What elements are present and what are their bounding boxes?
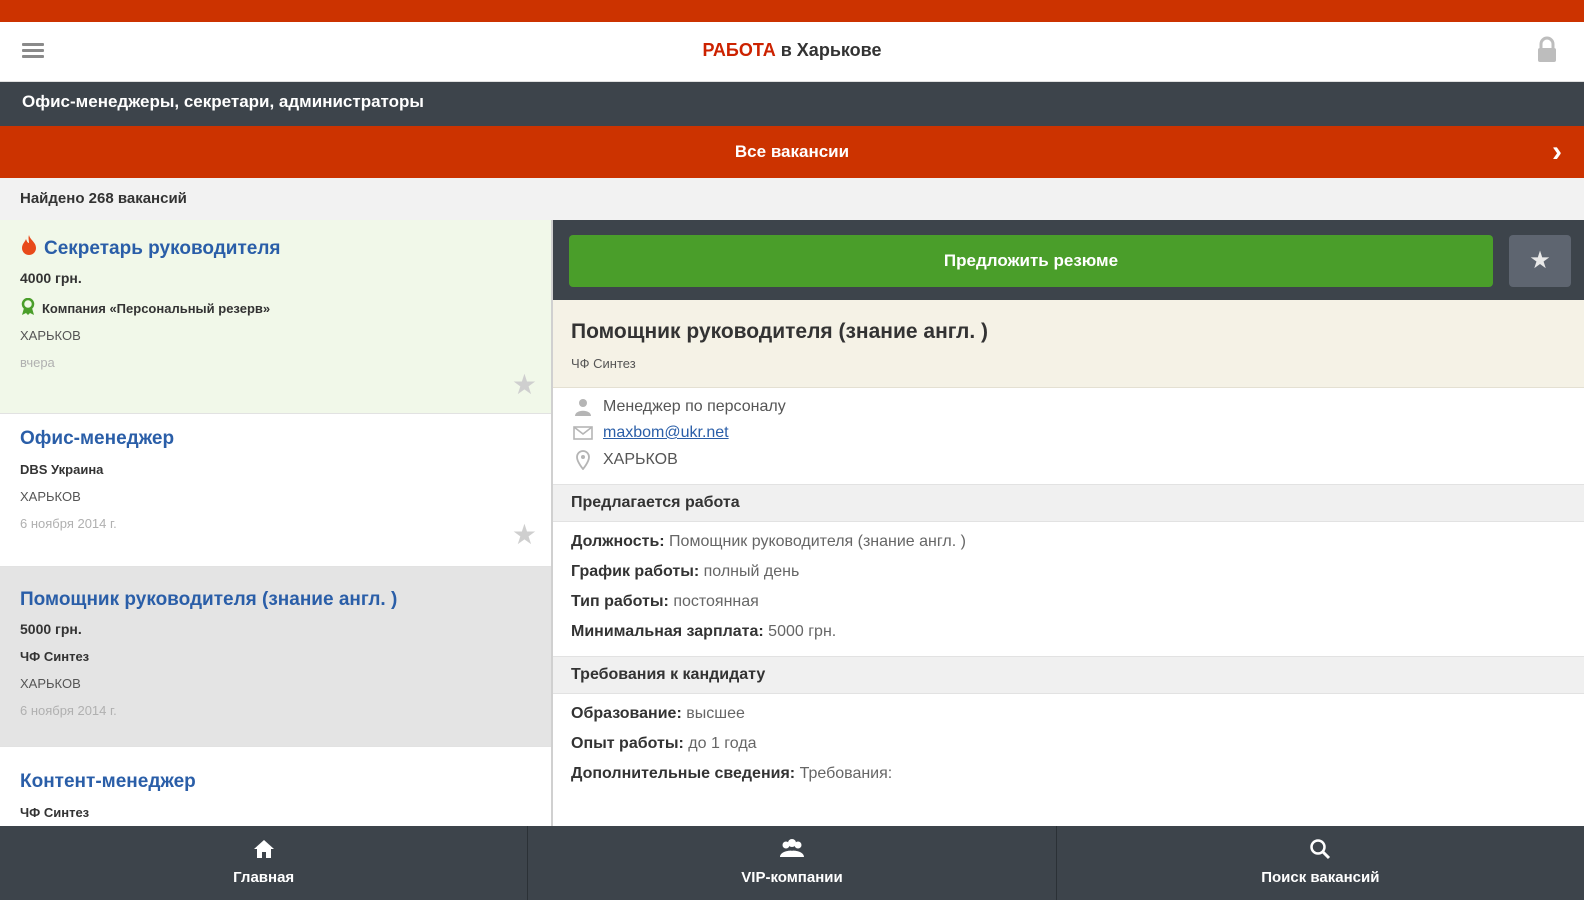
job-company: ЧФ Синтез: [20, 805, 90, 820]
nav-vip-companies[interactable]: VIP-компании: [528, 826, 1057, 900]
nav-vip-label: VIP-компании: [741, 869, 843, 886]
list-item[interactable]: Контент-менеджер ЧФ Синтез: [0, 747, 551, 826]
job-title[interactable]: Офис-менеджер: [20, 428, 174, 450]
contacts: Менеджер по персоналу maxbom@ukr.net ХАР…: [553, 388, 1584, 484]
app-title-rest: в Харькове: [775, 40, 882, 60]
favorite-star-icon[interactable]: ★: [1509, 235, 1571, 287]
offer-fields: Должность: Помощник руководителя (знание…: [553, 522, 1584, 656]
field-work-type: Тип работы: постоянная: [571, 593, 759, 610]
field-min-salary: Минимальная зарплата: 5000 грн.: [571, 623, 837, 640]
job-company: Компания «Персональный резерв»: [42, 301, 271, 316]
nav-search-label: Поиск вакансий: [1261, 869, 1380, 886]
field-position: Должность: Помощник руководителя (знание…: [571, 533, 966, 550]
category-header: Офис-менеджеры, секретари, администратор…: [0, 82, 1584, 126]
job-city: ХАРЬКОВ: [20, 676, 81, 691]
job-title[interactable]: Секретарь руководителя: [44, 238, 281, 260]
nav-home-label: Главная: [233, 869, 295, 886]
group-icon: [779, 839, 804, 857]
status-bar: [0, 0, 1584, 22]
award-icon: [21, 298, 35, 315]
job-salary: 4000 грн.: [20, 270, 82, 286]
field-schedule: График работы: полный день: [571, 563, 800, 580]
job-date: 6 ноября 2014 г.: [20, 703, 117, 718]
detail-company: ЧФ Синтез: [571, 356, 636, 371]
home-icon: [253, 840, 274, 858]
job-company: DBS Украина: [20, 462, 104, 477]
detail-header: Помощник руководителя (знание англ. ) ЧФ…: [553, 300, 1584, 388]
bottom-navigation: Главная VIP-компании Поиск вакансий: [0, 826, 1584, 900]
results-count: Найдено 268 вакансий: [0, 178, 1584, 220]
field-education: Образование: высшее: [571, 705, 745, 722]
job-city: ХАРЬКОВ: [20, 489, 81, 504]
apply-resume-button[interactable]: Предложить резюме: [569, 235, 1493, 287]
field-experience: Опыт работы: до 1 года: [571, 735, 757, 752]
section-offer-header: Предлагается работа: [553, 484, 1584, 522]
person-icon: [575, 399, 591, 416]
location-pin-icon: [576, 450, 590, 470]
app-title: РАБОТА в Харькове: [0, 40, 1584, 61]
all-vacancies-label: Все вакансии: [734, 142, 850, 161]
nav-home[interactable]: Главная: [0, 826, 529, 900]
list-item[interactable]: Секретарь руководителя 4000 грн. Компани…: [0, 220, 551, 414]
job-date: 6 ноября 2014 г.: [20, 516, 117, 531]
chevron-right-icon: ›: [1552, 135, 1562, 168]
job-title[interactable]: Помощник руководителя (знание англ. ): [20, 589, 397, 611]
job-salary: 5000 грн.: [20, 621, 82, 637]
job-company: ЧФ Синтез: [20, 649, 90, 664]
job-date: вчера: [20, 355, 55, 370]
detail-title: Помощник руководителя (знание англ. ): [571, 320, 988, 343]
email-link[interactable]: maxbom@ukr.net: [603, 424, 729, 442]
contact-person: Менеджер по персоналу: [603, 398, 786, 415]
list-item[interactable]: Офис-менеджер DBS Украина ХАРЬКОВ 6 нояб…: [0, 414, 551, 567]
field-additional: Дополнительные сведения: Требования:: [571, 765, 893, 782]
nav-search[interactable]: Поиск вакансий: [1057, 826, 1584, 900]
job-list[interactable]: Секретарь руководителя 4000 грн. Компани…: [0, 220, 553, 826]
job-title[interactable]: Контент-менеджер: [20, 771, 196, 793]
section-requirements-header: Требования к кандидату: [553, 656, 1584, 694]
requirement-fields: Образование: высшее Опыт работы: до 1 го…: [553, 694, 1584, 798]
search-icon: [1310, 839, 1331, 860]
list-item[interactable]: Помощник руководителя (знание англ. ) 50…: [0, 567, 551, 747]
lock-icon[interactable]: [1536, 36, 1558, 64]
all-vacancies-button[interactable]: Все вакансии ›: [0, 126, 1584, 178]
job-detail-panel[interactable]: Предложить резюме ★ Помощник руководител…: [553, 220, 1584, 826]
mail-icon: [573, 426, 593, 440]
detail-toolbar: Предложить резюме ★: [553, 220, 1584, 300]
app-bar: РАБОТА в Харькове: [0, 22, 1584, 82]
favorite-star-icon[interactable]: ★: [512, 368, 537, 401]
contact-city: ХАРЬКОВ: [603, 451, 678, 468]
job-city: ХАРЬКОВ: [20, 328, 81, 343]
favorite-star-icon[interactable]: ★: [512, 518, 537, 551]
fire-icon: [22, 235, 36, 255]
app-title-accent: РАБОТА: [702, 40, 776, 60]
